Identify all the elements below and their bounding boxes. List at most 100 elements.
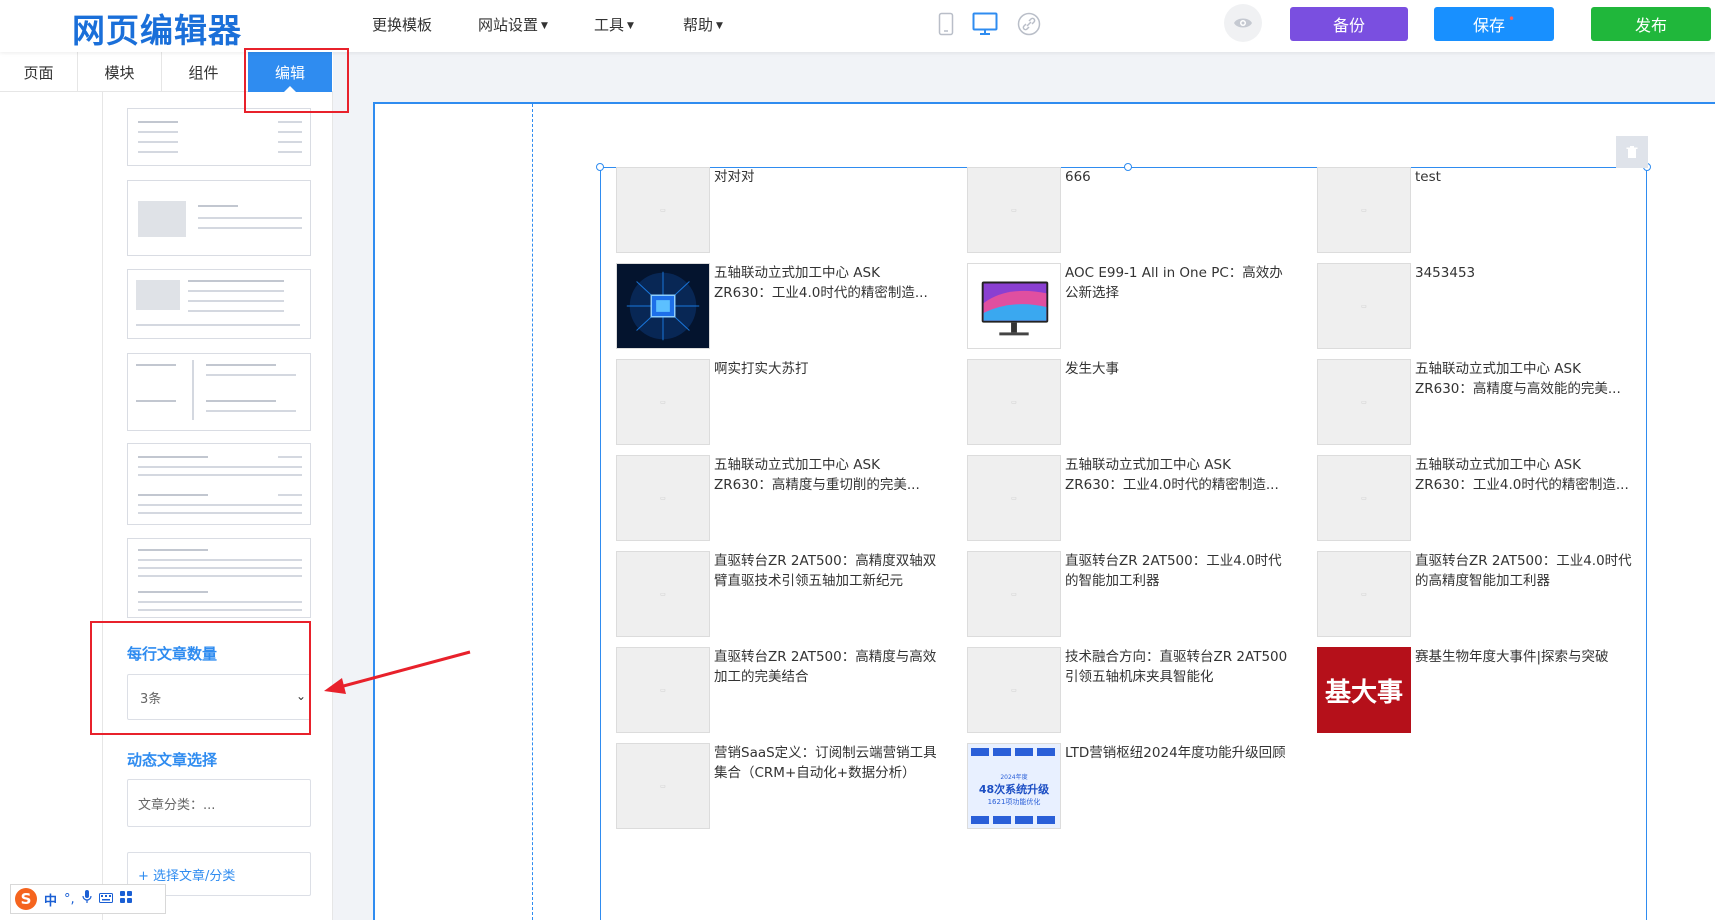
per-row-select[interactable]: 3条 ⌄ (127, 674, 311, 720)
backup-label: 备份 (1332, 16, 1365, 35)
per-row-label: 每行文章数量 (127, 645, 218, 663)
article-title[interactable]: 营销SaaS定义：订阅制云端营销工具集合（CRM+自动化+数据分析） (714, 743, 939, 783)
column-guide (532, 104, 533, 920)
list-style-option-1[interactable] (127, 108, 311, 166)
article-title[interactable]: 啊实打实大苏打 (714, 359, 939, 379)
microphone-icon[interactable] (82, 890, 92, 908)
backup-button[interactable]: 备份 (1290, 7, 1408, 41)
keyboard-icon[interactable] (98, 892, 113, 907)
article-title[interactable]: test (1415, 167, 1640, 187)
article-title[interactable]: 五轴联动立式加工中心 ASK ZR630：高精度与高效能的完美... (1415, 359, 1640, 399)
image-placeholder-icon: ▭ (1361, 302, 1367, 310)
menu-site-settings[interactable]: 网站设置 ▼ (478, 14, 548, 35)
menu-tools[interactable]: 工具 ▼ (594, 14, 634, 35)
resize-handle[interactable] (596, 163, 604, 171)
tab-label: 组件 (188, 63, 219, 82)
tab-label: 页面 (23, 63, 54, 82)
article-card[interactable]: 五轴联动立式加工中心 ASK ZR630：工业4.0时代的精密制造... (616, 263, 956, 351)
mobile-icon[interactable] (933, 11, 959, 37)
article-category-field[interactable]: 文章分类：... (127, 779, 311, 827)
image-placeholder-icon: ▭ (1011, 398, 1017, 406)
sogou-logo-icon: S (15, 888, 37, 910)
article-card[interactable]: ▭ 直驱转台ZR 2AT500：工业4.0时代的高精度智能加工利器 (1317, 551, 1657, 639)
article-card[interactable]: ▭ 技术融合方向：直驱转台ZR 2AT500引领五轴机床夹具智能化 (967, 647, 1307, 735)
article-card[interactable]: AOC E99-1 All in One PC：高效办公新选择 (967, 263, 1307, 351)
article-title[interactable]: 直驱转台ZR 2AT500：高精度双轴双臂直驱技术引领五轴加工新纪元 (714, 551, 939, 591)
article-card[interactable]: ▭ 啊实打实大苏打 (616, 359, 956, 447)
article-title[interactable]: 五轴联动立式加工中心 ASK ZR630：工业4.0时代的精密制造... (714, 263, 939, 303)
article-title[interactable]: 666 (1065, 167, 1290, 187)
tab-module[interactable]: 模块 (78, 52, 162, 92)
article-card[interactable]: ▭ 直驱转台ZR 2AT500：高精度双轴双臂直驱技术引领五轴加工新纪元 (616, 551, 956, 639)
article-card[interactable]: ▭ 666 (967, 167, 1307, 255)
article-title[interactable]: 对对对 (714, 167, 939, 187)
publish-button[interactable]: 发布 (1591, 7, 1711, 41)
ime-mode[interactable]: 中 (44, 890, 57, 909)
image-placeholder-icon: ▭ (660, 686, 666, 694)
article-thumbnail: ▭ (1317, 359, 1411, 445)
article-card[interactable]: ▭ 五轴联动立式加工中心 ASK ZR630：工业4.0时代的精密制造... (1317, 455, 1657, 543)
link-icon[interactable] (1016, 11, 1042, 37)
article-thumbnail: ▭ (967, 455, 1061, 541)
article-title[interactable]: 五轴联动立式加工中心 ASK ZR630：工业4.0时代的精密制造... (1065, 455, 1290, 495)
tab-edit[interactable]: 编辑 (248, 52, 332, 92)
app-logo[interactable]: 网页编辑器 (72, 4, 242, 52)
article-card[interactable]: ▭ 五轴联动立式加工中心 ASK ZR630：工业4.0时代的精密制造... (967, 455, 1307, 543)
grid-menu-icon[interactable] (119, 891, 132, 907)
article-thumbnail: ▭ (616, 455, 710, 541)
list-style-option-6[interactable] (127, 538, 311, 618)
menu-label: 网站设置 (478, 16, 539, 34)
article-title[interactable]: 发生大事 (1065, 359, 1290, 379)
tab-component[interactable]: 组件 (162, 52, 246, 92)
article-title[interactable]: 直驱转台ZR 2AT500：工业4.0时代的高精度智能加工利器 (1415, 551, 1640, 591)
article-card[interactable]: 基大事 赛基生物年度大事件|探索与突破 (1317, 647, 1657, 735)
article-card[interactable]: ▭ 直驱转台ZR 2AT500：工业4.0时代的智能加工利器 (967, 551, 1307, 639)
trash-icon (1626, 145, 1638, 158)
article-card[interactable]: ▭ 对对对 (616, 167, 956, 255)
article-thumbnail: ▭ (967, 647, 1061, 733)
image-placeholder-icon: ▭ (660, 206, 666, 214)
sidebar-tabs: 页面 模块 组件 编辑 (0, 52, 333, 92)
article-title[interactable]: 五轴联动立式加工中心 ASK ZR630：工业4.0时代的精密制造... (1415, 455, 1640, 495)
image-placeholder-icon: ▭ (1011, 590, 1017, 598)
article-thumbnail: ▭ (1317, 167, 1411, 253)
article-card[interactable]: ▭ 五轴联动立式加工中心 ASK ZR630：高精度与高效能的完美... (1317, 359, 1657, 447)
article-title[interactable]: 3453453 (1415, 263, 1640, 283)
menu-help[interactable]: 帮助 ▼ (683, 14, 723, 35)
article-title[interactable]: 技术融合方向：直驱转台ZR 2AT500引领五轴机床夹具智能化 (1065, 647, 1290, 687)
article-title[interactable]: 直驱转台ZR 2AT500：工业4.0时代的智能加工利器 (1065, 551, 1290, 591)
image-placeholder-icon: ▭ (1361, 398, 1367, 406)
ime-punctuation[interactable]: °, (64, 892, 75, 907)
article-card[interactable]: ▭ 直驱转台ZR 2AT500：高精度与高效加工的完美结合 (616, 647, 956, 735)
article-thumbnail: ▭ (616, 551, 710, 637)
list-style-option-2[interactable] (127, 180, 311, 256)
article-thumbnail: ▭ (1317, 551, 1411, 637)
list-style-option-5[interactable] (127, 443, 311, 525)
image-placeholder-icon: ▭ (1011, 686, 1017, 694)
article-card[interactable]: ▭ 3453453 (1317, 263, 1657, 351)
article-title[interactable]: 五轴联动立式加工中心 ASK ZR630：高精度与重切削的完美... (714, 455, 939, 495)
desktop-icon[interactable] (972, 11, 998, 37)
image-placeholder-icon: ▭ (1361, 494, 1367, 502)
menu-change-template[interactable]: 更换模板 (372, 14, 432, 35)
article-title[interactable]: 直驱转台ZR 2AT500：高精度与高效加工的完美结合 (714, 647, 939, 687)
image-placeholder-icon: ▭ (660, 590, 666, 598)
list-style-option-3[interactable] (127, 269, 311, 339)
article-thumbnail: ▭ (616, 167, 710, 253)
article-thumbnail: ▭ (616, 359, 710, 445)
article-card[interactable]: ▭ 五轴联动立式加工中心 ASK ZR630：高精度与重切削的完美... (616, 455, 956, 543)
list-style-option-4[interactable] (127, 353, 311, 431)
preview-eye-icon[interactable] (1224, 4, 1262, 42)
article-card[interactable]: 2024年度 48次系统升级 1621项功能优化 LTD营销枢纽2024年度功能升级回… (967, 743, 1307, 831)
article-thumbnail: ▭ (616, 647, 710, 733)
article-card[interactable]: ▭ 发生大事 (967, 359, 1307, 447)
article-card[interactable]: ▭ 营销SaaS定义：订阅制云端营销工具集合（CRM+自动化+数据分析） (616, 743, 956, 831)
article-title[interactable]: LTD营销枢纽2024年度功能升级回顾 (1065, 743, 1290, 763)
article-card[interactable]: ▭ test (1317, 167, 1657, 255)
article-title[interactable]: AOC E99-1 All in One PC：高效办公新选择 (1065, 263, 1290, 303)
article-title[interactable]: 赛基生物年度大事件|探索与突破 (1415, 647, 1640, 667)
ime-toolbar[interactable]: S 中 °, (10, 884, 166, 914)
delete-module-button[interactable] (1616, 136, 1648, 168)
tab-page[interactable]: 页面 (0, 52, 78, 92)
save-button[interactable]: 保存 • (1434, 7, 1554, 41)
